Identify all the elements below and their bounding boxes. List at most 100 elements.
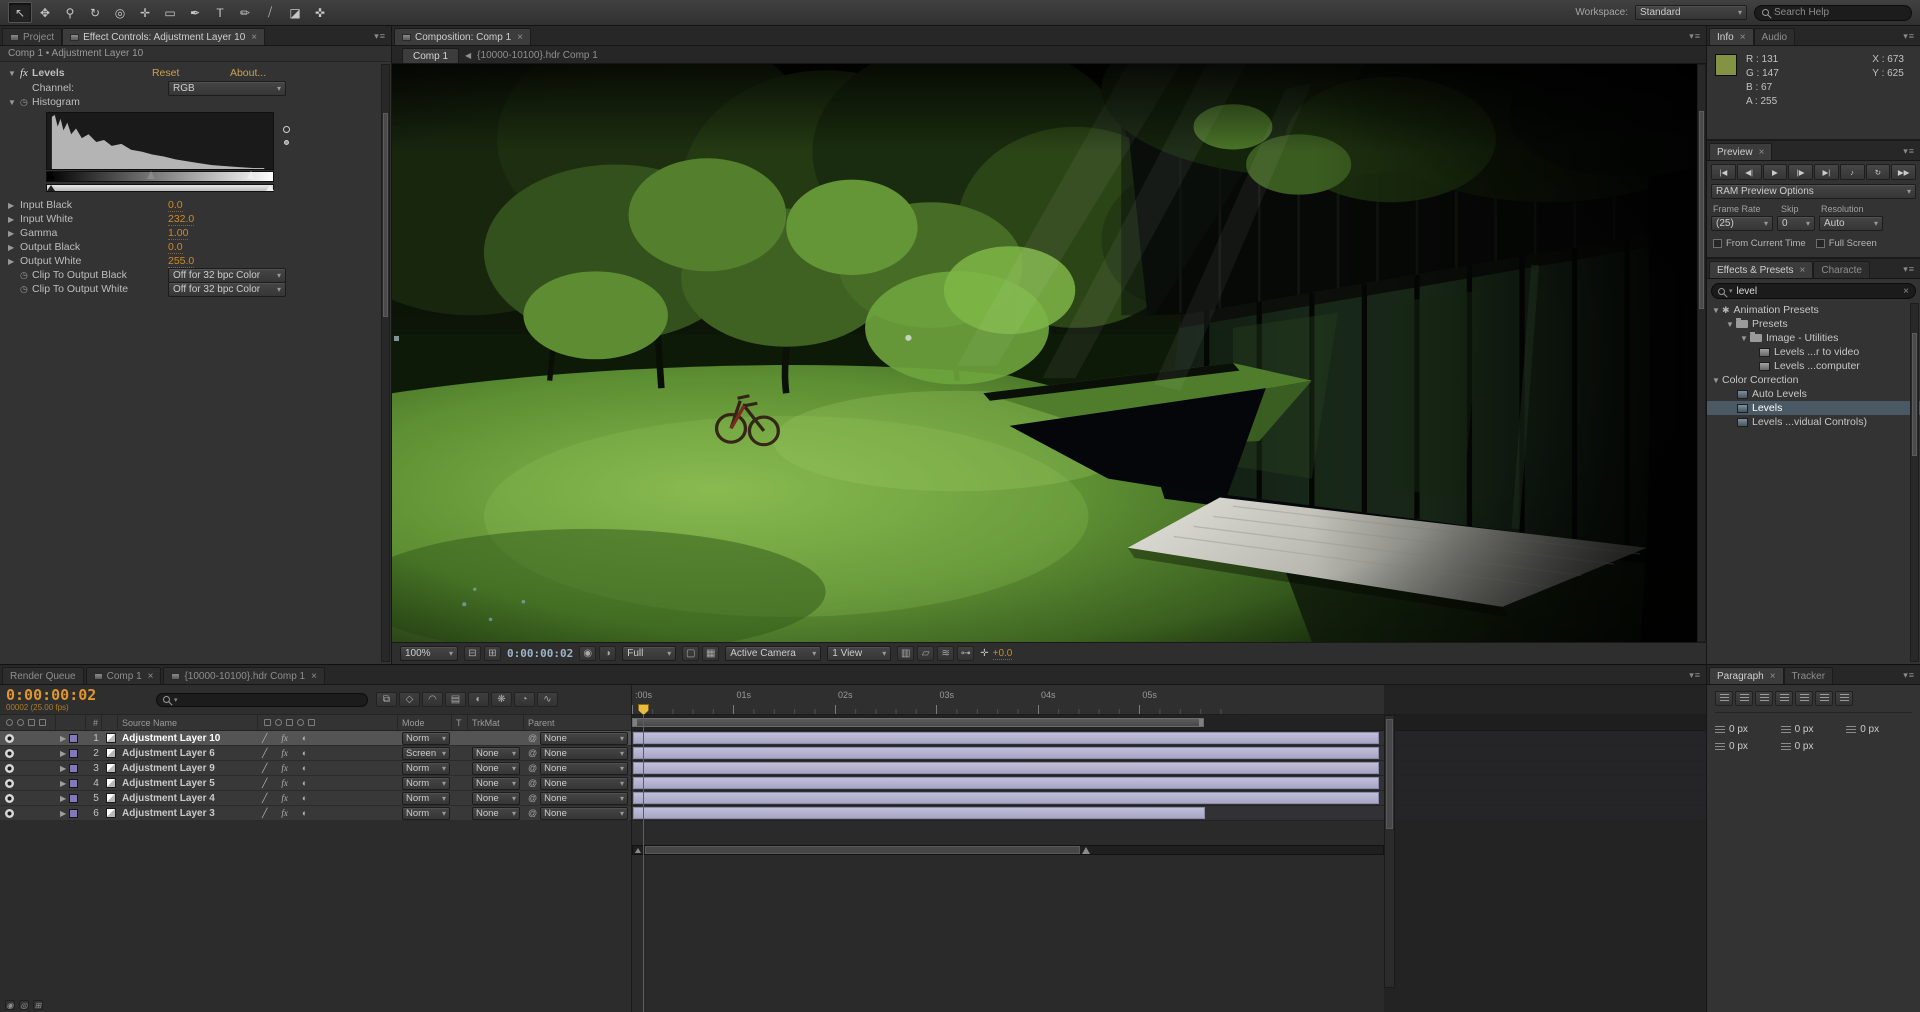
indent-left-field[interactable]: 0 px xyxy=(1715,724,1781,735)
tab-hdr-comp-viewer[interactable]: {10000-10100}.hdr Comp 1 xyxy=(477,50,598,63)
close-icon[interactable]: × xyxy=(1759,147,1765,158)
panel-menu-icon[interactable]: ▾≡ xyxy=(1903,31,1920,45)
pickwhip-icon[interactable]: @ xyxy=(528,733,537,743)
reset-button[interactable]: Reset xyxy=(152,67,230,79)
space-before-field[interactable]: 0 px xyxy=(1715,741,1781,752)
layer-name[interactable]: Adjustment Layer 9 xyxy=(122,763,215,774)
adjustment-switch-icon[interactable]: ◐ xyxy=(302,808,307,818)
tab-hdr-comp-1[interactable]: {10000-10100}.hdr Comp 1 × xyxy=(163,667,325,684)
twirl-right-icon[interactable]: ▶ xyxy=(60,779,66,788)
next-frame-button[interactable]: |▶ xyxy=(1788,164,1813,180)
twirl-right-icon[interactable]: ▶ xyxy=(8,229,20,238)
adjustment-switch-icon[interactable]: ◐ xyxy=(302,748,307,758)
pen-tool[interactable]: ✒ xyxy=(183,2,207,23)
ram-preview-button[interactable]: ▶▶ xyxy=(1891,164,1916,180)
close-icon[interactable]: × xyxy=(1770,671,1776,682)
twirl-down-icon[interactable]: ▼ xyxy=(8,98,20,107)
transparency-grid-icon[interactable]: ▦ xyxy=(702,646,720,661)
layer-name[interactable]: Adjustment Layer 3 xyxy=(122,808,215,819)
justify-all-button[interactable] xyxy=(1835,691,1853,706)
panel-menu-icon[interactable]: ▾≡ xyxy=(1903,670,1920,684)
param-value[interactable]: 255.0 xyxy=(168,255,195,268)
frame-blending-icon[interactable]: ▤ xyxy=(445,692,466,707)
output-white-slider[interactable] xyxy=(266,185,274,191)
pickwhip-icon[interactable]: @ xyxy=(528,778,537,788)
twirl-down-icon[interactable]: ▼ xyxy=(8,69,20,78)
clone-stamp-tool[interactable]: ⧸ xyxy=(258,2,282,23)
layer-duration-bar[interactable] xyxy=(633,762,1380,774)
layer-row[interactable]: ▶ 2 Adjustment Layer 6 ╱ fx ◐ Screen ▾ N… xyxy=(0,746,631,761)
resolution-dropdown[interactable]: Full ▾ xyxy=(622,646,677,661)
quality-switch-icon[interactable]: ╱ xyxy=(262,733,267,744)
visibility-eye-icon[interactable] xyxy=(5,808,14,818)
pickwhip-icon[interactable]: @ xyxy=(528,808,537,818)
auto-keyframe-icon[interactable]: ◔ xyxy=(514,692,535,707)
pickwhip-icon[interactable]: @ xyxy=(528,748,537,758)
effects-switch-icon[interactable]: fx xyxy=(281,808,288,818)
pickwhip-icon[interactable]: @ xyxy=(528,763,537,773)
av-features-toggle-icon[interactable]: ◉ xyxy=(5,1000,15,1010)
justify-last-left-button[interactable] xyxy=(1775,691,1793,706)
tree-item-color-correction[interactable]: ▼ Color Correction xyxy=(1707,373,1920,387)
layer-duration-bar[interactable] xyxy=(633,807,1206,819)
effects-presets-scrollbar[interactable] xyxy=(1910,303,1919,662)
pan-behind-tool[interactable]: ✛ xyxy=(133,2,157,23)
tab-tracker[interactable]: Tracker xyxy=(1783,667,1834,684)
motion-blur-icon[interactable]: ◐ xyxy=(468,692,489,707)
visibility-eye-icon[interactable] xyxy=(5,778,14,788)
current-timecode[interactable]: 0:00:00:02 xyxy=(6,687,148,703)
hide-shy-layers-icon[interactable]: ◠ xyxy=(422,692,443,707)
column-number[interactable]: # xyxy=(86,715,102,730)
previous-frame-button[interactable]: ◀| xyxy=(1736,164,1762,180)
layer-row[interactable]: ▶ 1 Adjustment Layer 10 ╱ fx ◐ Norm ▾ @ … xyxy=(0,731,631,746)
reset-exposure-icon[interactable]: ✛ xyxy=(980,648,988,659)
close-icon[interactable]: × xyxy=(251,32,257,43)
tree-item-levels[interactable]: Levels xyxy=(1707,401,1920,415)
gamma-slider[interactable] xyxy=(147,171,155,179)
viewer-scrollbar[interactable] xyxy=(1697,64,1706,642)
audio-button[interactable]: ♪ xyxy=(1839,164,1865,180)
blend-mode-dropdown[interactable]: Norm ▾ xyxy=(402,731,450,745)
tree-item-animation-presets[interactable]: ▼ ✱ Animation Presets xyxy=(1707,303,1920,317)
timeline-search[interactable]: ▾ xyxy=(156,692,368,707)
twirl-right-icon[interactable]: ▶ xyxy=(60,794,66,803)
tree-item-image-utilities-folder[interactable]: ▼ Image - Utilities xyxy=(1707,331,1920,345)
layer-row[interactable]: ▶ 5 Adjustment Layer 4 ╱ fx ◐ Norm ▾ Non… xyxy=(0,791,631,806)
blend-mode-dropdown[interactable]: Norm ▾ xyxy=(402,761,450,775)
justify-last-center-button[interactable] xyxy=(1795,691,1813,706)
field-value[interactable]: 0 px xyxy=(1795,741,1814,752)
tab-character[interactable]: Characte xyxy=(1813,261,1870,278)
time-ruler[interactable]: :00s 01s 02s 03s 04s 05s xyxy=(632,685,1706,715)
visibility-eye-icon[interactable] xyxy=(5,733,14,743)
exposure-value[interactable]: +0.0 xyxy=(992,648,1013,660)
adjustment-switch-icon[interactable]: ◐ xyxy=(302,793,307,803)
input-white-slider[interactable] xyxy=(247,171,255,179)
effects-search-value[interactable]: level xyxy=(1737,286,1758,297)
current-time-indicator[interactable] xyxy=(638,704,649,1012)
quality-switch-icon[interactable]: ╱ xyxy=(262,808,267,819)
label-color-swatch[interactable] xyxy=(69,733,79,743)
label-color-swatch[interactable] xyxy=(69,778,79,788)
camera-view-dropdown[interactable]: Active Camera ▾ xyxy=(725,646,822,661)
twirl-down-icon[interactable]: ▼ xyxy=(1712,376,1722,385)
region-of-interest-icon[interactable]: ▢ xyxy=(682,646,700,661)
twirl-right-icon[interactable]: ▶ xyxy=(8,215,20,224)
quality-switch-icon[interactable]: ╱ xyxy=(262,778,267,789)
tree-item-levels-to-video[interactable]: Levels ...r to video xyxy=(1707,345,1920,359)
panel-menu-icon[interactable]: ▾≡ xyxy=(1903,264,1920,278)
column-source-name[interactable]: Source Name xyxy=(118,715,258,730)
close-icon[interactable]: × xyxy=(517,32,523,43)
comp-nav-back-icon[interactable]: ◀ xyxy=(465,51,471,63)
magnification-dropdown[interactable]: 100% ▾ xyxy=(400,646,458,661)
help-search[interactable] xyxy=(1754,4,1912,21)
panel-menu-icon[interactable]: ▾≡ xyxy=(1689,670,1706,684)
clip-white-dropdown[interactable]: Off for 32 bpc Color ▾ xyxy=(168,281,286,297)
param-value[interactable]: 0.0 xyxy=(168,199,183,212)
justify-last-right-button[interactable] xyxy=(1815,691,1833,706)
puppet-pin-tool[interactable]: ✜ xyxy=(308,2,332,23)
align-center-button[interactable] xyxy=(1735,691,1753,706)
parent-dropdown[interactable]: None ▾ xyxy=(540,731,628,745)
param-value[interactable]: 1.00 xyxy=(168,227,189,240)
scroll-thumb[interactable] xyxy=(645,846,1080,854)
trkmat-dropdown[interactable]: None ▾ xyxy=(472,746,520,760)
